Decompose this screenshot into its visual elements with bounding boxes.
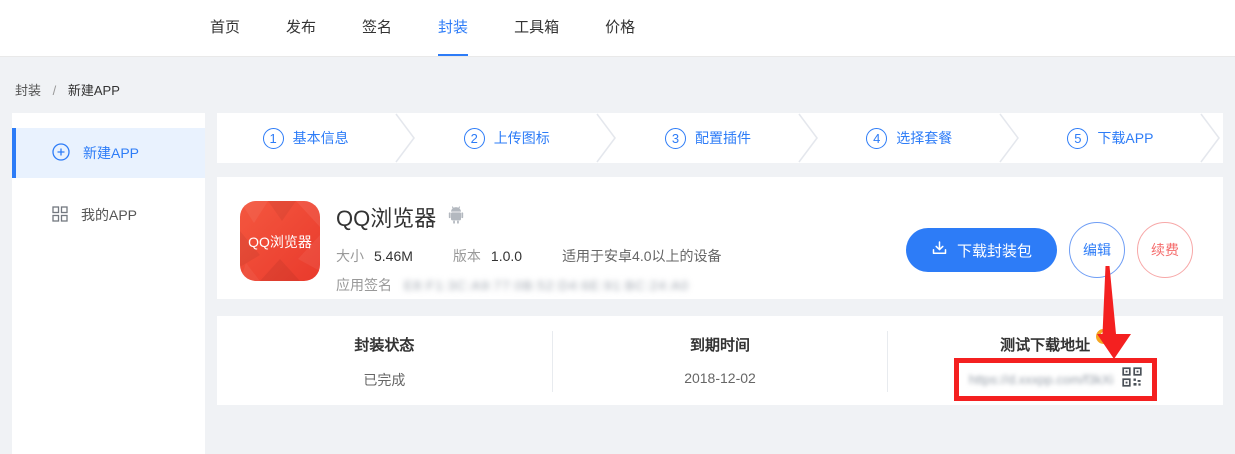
- step-chevron-icon: [394, 113, 418, 163]
- status-value: 2018-12-02: [684, 370, 756, 386]
- step-label: 选择套餐: [896, 128, 952, 148]
- status-header: 到期时间: [690, 334, 750, 355]
- download-icon: [931, 240, 948, 261]
- app-icon: QQ浏览器: [240, 201, 320, 281]
- page: 首页 发布 签名 封装 工具箱 价格 封装 / 新建APP 新建APP 我的AP…: [0, 0, 1235, 454]
- step-chevron-icon: [998, 113, 1022, 163]
- qr-code-icon[interactable]: [1122, 367, 1142, 392]
- size-value: 5.46M: [374, 248, 413, 264]
- nav-item-price[interactable]: 价格: [605, 0, 635, 56]
- nav-item-home[interactable]: 首页: [210, 0, 240, 56]
- breadcrumb: 封装 / 新建APP: [0, 57, 1235, 113]
- android-icon: [446, 204, 466, 231]
- sidebar-item-label: 新建APP: [83, 143, 139, 163]
- main-content: 1 基本信息 2 上传图标 3 配置插件 4 选择套餐: [217, 113, 1223, 405]
- nav-item-sign[interactable]: 签名: [362, 0, 392, 56]
- status-header: 测试下载地址: [1000, 334, 1090, 355]
- signature-label: 应用签名: [336, 275, 392, 295]
- compatibility-text: 适用于安卓4.0以上的设备: [562, 246, 721, 266]
- sidebar-item-my-app[interactable]: 我的APP: [12, 190, 205, 240]
- version-value: 1.0.0: [491, 248, 522, 264]
- highlight-box: https://d.xxxpp.com/f3kXi: [954, 358, 1158, 401]
- status-column-test-download-url: 测试下载地址 ? https://d.xxxpp.com/f3kXi: [888, 316, 1223, 405]
- step-number-badge: 4: [866, 128, 887, 149]
- status-header: 封装状态: [354, 334, 414, 355]
- step-basic-info[interactable]: 1 基本信息: [217, 128, 394, 149]
- step-upload-icon[interactable]: 2 上传图标: [418, 128, 595, 149]
- breadcrumb-current: 新建APP: [68, 83, 120, 98]
- app-icon-label: QQ浏览器: [248, 234, 312, 250]
- step-chevron-icon: [797, 113, 821, 163]
- step-number-badge: 5: [1067, 128, 1088, 149]
- status-value: 已完成: [363, 370, 405, 390]
- signature-masked-value: E8:F1:3C:A9:77:0B:52:D4:6E:91:BC:24:A0: [404, 278, 689, 293]
- step-chevron-icon: [1199, 113, 1223, 163]
- nav-item-publish[interactable]: 发布: [286, 0, 316, 56]
- action-buttons: 下载封装包 编辑 续费: [906, 201, 1193, 299]
- renew-button[interactable]: 续费: [1137, 222, 1193, 278]
- edit-button[interactable]: 编辑: [1069, 222, 1125, 278]
- download-button-label: 下载封装包: [957, 240, 1032, 261]
- version-label: 版本: [453, 246, 481, 266]
- app-info: QQ浏览器: [336, 201, 722, 299]
- download-package-button[interactable]: 下载封装包: [906, 228, 1057, 272]
- step-wizard: 1 基本信息 2 上传图标 3 配置插件 4 选择套餐: [217, 113, 1223, 163]
- grid-icon: [52, 206, 68, 225]
- status-column-expiry-date: 到期时间 2018-12-02: [553, 316, 888, 405]
- status-column-package-state: 封装状态 已完成: [217, 316, 552, 405]
- app-title: QQ浏览器: [336, 201, 436, 233]
- top-nav: 首页 发布 签名 封装 工具箱 价格: [0, 0, 1235, 57]
- sidebar: 新建APP 我的APP: [12, 113, 205, 454]
- step-label: 下载APP: [1097, 128, 1153, 148]
- step-label: 配置插件: [695, 128, 751, 148]
- step-download-app[interactable]: 5 下载APP: [1022, 128, 1199, 149]
- app-card: QQ浏览器 QQ浏览器: [217, 177, 1223, 299]
- sidebar-item-label: 我的APP: [81, 205, 137, 225]
- plus-circle-icon: [52, 143, 70, 164]
- step-number-badge: 2: [464, 128, 485, 149]
- test-download-url-link[interactable]: https://d.xxxpp.com/f3kXi: [969, 372, 1114, 387]
- nav-item-toolbox[interactable]: 工具箱: [514, 0, 559, 56]
- breadcrumb-section[interactable]: 封装: [15, 83, 41, 98]
- nav-item-package[interactable]: 封装: [438, 0, 468, 56]
- step-number-badge: 3: [665, 128, 686, 149]
- sidebar-item-new-app[interactable]: 新建APP: [12, 128, 205, 178]
- breadcrumb-separator: /: [53, 83, 57, 98]
- step-choose-plan[interactable]: 4 选择套餐: [821, 128, 998, 149]
- step-label: 上传图标: [494, 128, 550, 148]
- help-icon[interactable]: ?: [1096, 329, 1111, 344]
- step-configure-plugins[interactable]: 3 配置插件: [619, 128, 796, 149]
- status-card: 封装状态 已完成 到期时间 2018-12-02 测试下载地址 ? https:…: [217, 316, 1223, 405]
- step-chevron-icon: [595, 113, 619, 163]
- step-label: 基本信息: [293, 128, 349, 148]
- size-label: 大小: [336, 246, 364, 266]
- step-number-badge: 1: [263, 128, 284, 149]
